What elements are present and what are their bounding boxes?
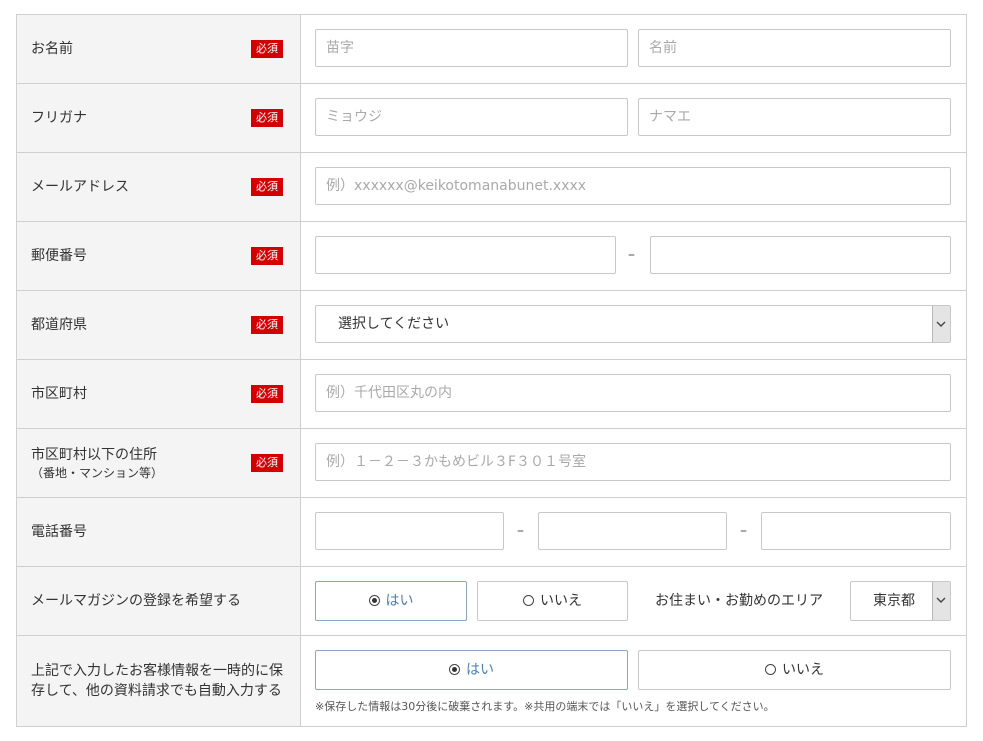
save-no-radio[interactable]: いいえ (638, 650, 951, 690)
label-cell: 市区町村以下の住所 （番地・マンション等） 必須 (17, 429, 301, 497)
required-badge: 必須 (251, 247, 283, 265)
magazine-yes-label: はい (385, 593, 414, 609)
field-cell: ミョウジ ナマエ (301, 84, 966, 152)
row-furigana: フリガナ 必須 ミョウジ ナマエ (17, 84, 966, 153)
save-no-label: いいえ (782, 662, 824, 678)
field-cell: 例）１－２－３かもめビル３F３０１号室 (301, 429, 966, 497)
address-sublabel: （番地・マンション等） (31, 466, 164, 480)
row-name: お名前 必須 苗字 名前 (17, 15, 966, 84)
area-selected-value: 東京都 (873, 593, 915, 609)
row-address: 市区町村以下の住所 （番地・マンション等） 必須 例）１－２－３かもめビル３F３… (17, 429, 966, 498)
save-yes-radio[interactable]: はい (315, 650, 628, 690)
save-yes-label: はい (466, 662, 494, 678)
postal-label: 郵便番号 (31, 248, 87, 264)
last-name-input[interactable]: 苗字 (315, 29, 628, 67)
label-cell: メールアドレス 必須 (17, 153, 301, 221)
prefecture-select[interactable]: 選択してください (315, 305, 951, 343)
first-name-kana-input[interactable]: ナマエ (638, 98, 951, 136)
radio-icon (765, 664, 776, 675)
label-cell: メールマガジンの登録を希望する (17, 567, 301, 635)
label-cell: お名前 必須 (17, 15, 301, 83)
magazine-no-label: いいえ (540, 593, 582, 609)
save-note: ※保存した情報は30分後に破棄されます。※共用の端末では「いいえ」を選択してくだ… (315, 700, 775, 713)
email-input[interactable]: 例）xxxxxx@keikotomanabunet.xxxx (315, 167, 951, 205)
area-label: お住まい・お勤めのエリア (655, 593, 823, 609)
postal-code-first-input[interactable] (315, 236, 616, 274)
required-badge: 必須 (251, 316, 283, 334)
chevron-down-icon (932, 582, 950, 620)
city-input[interactable]: 例）千代田区丸の内 (315, 374, 951, 412)
label-cell: 上記で入力したお客様情報を一時的に保 存して、他の資料請求でも自動入力する (17, 636, 301, 726)
row-city: 市区町村 必須 例）千代田区丸の内 (17, 360, 966, 429)
label-cell: フリガナ 必須 (17, 84, 301, 152)
row-phone: 電話番号 – – (17, 498, 966, 567)
save-label-line1: 上記で入力したお客様情報を一時的に保 (31, 663, 283, 679)
required-badge: 必須 (251, 385, 283, 403)
radio-icon (368, 595, 380, 606)
field-cell: 例）xxxxxx@keikotomanabunet.xxxx (301, 153, 966, 221)
field-cell: 選択してください (301, 291, 966, 359)
row-email: メールアドレス 必須 例）xxxxxx@keikotomanabunet.xxx… (17, 153, 966, 222)
field-cell: はい いいえ ※保存した情報は30分後に破棄されます。※共用の端末では「いいえ」… (301, 636, 966, 726)
field-cell: 例）千代田区丸の内 (301, 360, 966, 428)
row-postal: 郵便番号 必須 – (17, 222, 966, 291)
required-badge: 必須 (251, 40, 283, 58)
phone-first-input[interactable] (315, 512, 504, 550)
phone-third-input[interactable] (761, 512, 951, 550)
address-input[interactable]: 例）１－２－３かもめビル３F３０１号室 (315, 443, 951, 481)
phone-separator: – (517, 523, 524, 539)
label-cell: 電話番号 (17, 498, 301, 566)
chevron-down-icon (932, 306, 950, 342)
city-label: 市区町村 (31, 386, 87, 402)
row-prefecture: 都道府県 必須 選択してください (17, 291, 966, 360)
radio-icon (523, 595, 534, 606)
address-label-main: 市区町村以下の住所 (31, 447, 157, 463)
prefecture-selected-value: 選択してください (338, 316, 450, 332)
furigana-label: フリガナ (31, 110, 87, 126)
phone-second-input[interactable] (538, 512, 727, 550)
postal-code-second-input[interactable] (650, 236, 951, 274)
label-cell: 市区町村 必須 (17, 360, 301, 428)
label-cell: 都道府県 必須 (17, 291, 301, 359)
required-badge: 必須 (251, 178, 283, 196)
magazine-label: メールマガジンの登録を希望する (31, 593, 241, 609)
email-label: メールアドレス (31, 179, 129, 195)
postal-separator: – (628, 247, 635, 263)
address-label: 市区町村以下の住所 （番地・マンション等） (31, 445, 163, 481)
field-cell: はい いいえ お住まい・お勤めのエリア 東京都 (301, 567, 966, 635)
row-save-info: 上記で入力したお客様情報を一時的に保 存して、他の資料請求でも自動入力する はい… (17, 636, 966, 727)
label-cell: 郵便番号 必須 (17, 222, 301, 290)
first-name-input[interactable]: 名前 (638, 29, 951, 67)
magazine-no-radio[interactable]: いいえ (477, 581, 628, 621)
required-badge: 必須 (251, 109, 283, 127)
magazine-yes-radio[interactable]: はい (315, 581, 467, 621)
field-cell: – – (301, 498, 966, 566)
phone-separator: – (740, 523, 747, 539)
contact-form: お名前 必須 苗字 名前 フリガナ 必須 ミョウジ ナマエ メールアドレス 必須… (16, 14, 967, 727)
area-select[interactable]: 東京都 (850, 581, 951, 621)
save-label: 上記で入力したお客様情報を一時的に保 存して、他の資料請求でも自動入力する (31, 661, 283, 701)
prefecture-label: 都道府県 (31, 317, 87, 333)
radio-icon (449, 664, 460, 675)
last-name-kana-input[interactable]: ミョウジ (315, 98, 628, 136)
save-label-line2: 存して、他の資料請求でも自動入力する (31, 683, 282, 699)
field-cell: 苗字 名前 (301, 15, 966, 83)
field-cell: – (301, 222, 966, 290)
required-badge: 必須 (251, 454, 283, 472)
name-label: お名前 (31, 41, 73, 57)
row-magazine: メールマガジンの登録を希望する はい いいえ お住まい・お勤めのエリア 東京都 (17, 567, 966, 636)
phone-label: 電話番号 (31, 524, 87, 540)
